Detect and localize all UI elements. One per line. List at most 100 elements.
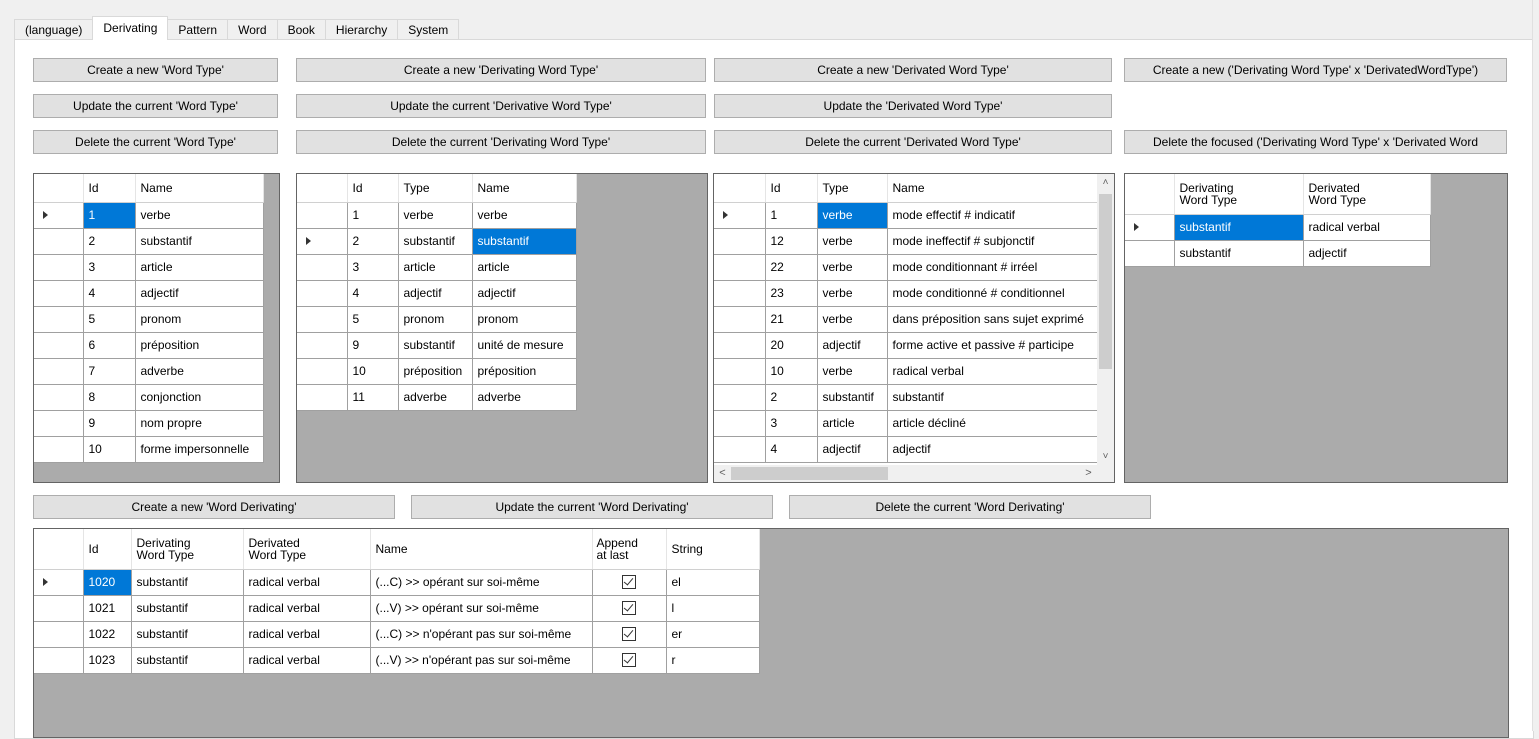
- column-header-derivating-word-type[interactable]: Derivating Word Type: [131, 529, 244, 570]
- table-cell[interactable]: substantif: [472, 228, 577, 255]
- table-cell[interactable]: 21: [765, 306, 818, 333]
- table-row[interactable]: 12 verbe mode ineffectif # subjonctif: [714, 228, 1114, 255]
- table-row[interactable]: 1 verbe verbe: [297, 202, 577, 229]
- table-cell-derivated[interactable]: radical verbal: [243, 595, 371, 622]
- row-header[interactable]: [714, 202, 766, 229]
- table-cell[interactable]: 1: [347, 202, 399, 229]
- table-row[interactable]: 3 article article décliné: [714, 410, 1114, 437]
- derivating-word-types-grid[interactable]: Id Type Name 1 verbe verbe 2 substantif subst…: [296, 173, 708, 483]
- vertical-scrollbar[interactable]: ˄ ˅: [1097, 174, 1114, 465]
- table-row[interactable]: 11 adverbe adverbe: [297, 384, 577, 411]
- table-cell[interactable]: unité de mesure: [472, 332, 577, 359]
- table-cell-derivating[interactable]: substantif: [131, 569, 244, 596]
- table-row[interactable]: 20 adjectif forme active et passive # part…: [714, 332, 1114, 359]
- table-row[interactable]: 4 adjectif: [34, 280, 264, 307]
- table-cell[interactable]: préposition: [135, 332, 264, 359]
- table-cell-string[interactable]: l: [666, 595, 760, 622]
- row-header[interactable]: [34, 254, 84, 281]
- table-cell-derivated[interactable]: radical verbal: [243, 621, 371, 648]
- table-cell-name[interactable]: (...C) >> opérant sur soi-même: [370, 569, 593, 596]
- table-cell[interactable]: forme active et passive # participe: [887, 332, 1114, 359]
- table-row[interactable]: 23 verbe mode conditionné # conditionnel: [714, 280, 1114, 307]
- table-cell-derivating[interactable]: substantif: [131, 595, 244, 622]
- column-header-id[interactable]: Id: [83, 174, 136, 203]
- table-cell[interactable]: 11: [347, 384, 399, 411]
- table-row[interactable]: 3 article: [34, 254, 264, 281]
- row-header[interactable]: [297, 228, 348, 255]
- table-cell[interactable]: verbe: [817, 202, 888, 229]
- update-derivating-word-type-button[interactable]: Update the current 'Derivative Word Type…: [296, 94, 706, 118]
- row-header[interactable]: [34, 621, 84, 648]
- table-row[interactable]: 2 substantif substantif: [714, 384, 1114, 411]
- table-cell[interactable]: mode conditionnant # irréel: [887, 254, 1114, 281]
- update-word-derivating-button[interactable]: Update the current 'Word Derivating': [411, 495, 773, 519]
- table-cell[interactable]: 10: [83, 436, 136, 463]
- table-row[interactable]: substantif radical verbal: [1125, 214, 1431, 241]
- tab-pattern[interactable]: Pattern: [167, 19, 229, 40]
- column-header-id[interactable]: Id: [765, 174, 818, 203]
- table-cell[interactable]: 9: [83, 410, 136, 437]
- scroll-down-icon[interactable]: ˅: [1097, 448, 1114, 465]
- table-cell[interactable]: verbe: [817, 306, 888, 333]
- table-row[interactable]: 1021 substantif radical verbal (...V) >> op…: [34, 595, 760, 622]
- row-header[interactable]: [34, 306, 84, 333]
- table-cell[interactable]: verbe: [135, 202, 264, 229]
- column-header-id[interactable]: Id: [83, 529, 132, 570]
- row-header[interactable]: [297, 254, 348, 281]
- tab-book[interactable]: Book: [276, 19, 326, 40]
- column-header-string[interactable]: String: [666, 529, 760, 570]
- update-word-type-button[interactable]: Update the current 'Word Type': [33, 94, 278, 118]
- column-header-name[interactable]: Name: [887, 174, 1114, 203]
- table-cell[interactable]: 7: [83, 358, 136, 385]
- table-cell[interactable]: 4: [765, 436, 818, 463]
- row-header[interactable]: [297, 358, 348, 385]
- table-row[interactable]: 4 adjectif adjectif: [297, 280, 577, 307]
- column-header-type[interactable]: Type: [398, 174, 473, 203]
- table-cell[interactable]: 20: [765, 332, 818, 359]
- scroll-up-icon[interactable]: ˄: [1097, 174, 1114, 191]
- table-cell[interactable]: 10: [347, 358, 399, 385]
- table-cell[interactable]: 3: [347, 254, 399, 281]
- table-cell[interactable]: adjectif: [817, 436, 888, 463]
- create-pair-button[interactable]: Create a new ('Derivating Word Type' x '…: [1124, 58, 1507, 82]
- table-row[interactable]: 1023 substantif radical verbal (...V) >> n'…: [34, 647, 760, 674]
- table-cell[interactable]: substantif: [398, 228, 473, 255]
- tab-language[interactable]: (language): [14, 19, 94, 40]
- word-derivatings-grid[interactable]: Id Derivating Word Type Derivated Word Typ…: [33, 528, 1509, 738]
- table-row[interactable]: 10 forme impersonnelle: [34, 436, 264, 463]
- create-derivating-word-type-button[interactable]: Create a new 'Derivating Word Type': [296, 58, 706, 82]
- table-cell-id[interactable]: 1022: [83, 621, 132, 648]
- table-cell-append-at-last[interactable]: [592, 647, 667, 674]
- table-cell[interactable]: 6: [83, 332, 136, 359]
- table-cell[interactable]: pronom: [398, 306, 473, 333]
- table-cell[interactable]: 23: [765, 280, 818, 307]
- table-cell[interactable]: 22: [765, 254, 818, 281]
- row-header[interactable]: [1125, 240, 1175, 267]
- table-cell[interactable]: substantif: [1174, 214, 1304, 241]
- table-row[interactable]: 1 verbe mode effectif # indicatif: [714, 202, 1114, 229]
- row-header[interactable]: [34, 384, 84, 411]
- table-cell[interactable]: article décliné: [887, 410, 1114, 437]
- table-cell[interactable]: 2: [83, 228, 136, 255]
- table-cell[interactable]: adjectif: [472, 280, 577, 307]
- table-row[interactable]: 10 préposition préposition: [297, 358, 577, 385]
- row-header[interactable]: [34, 202, 84, 229]
- table-row[interactable]: 9 nom propre: [34, 410, 264, 437]
- scroll-right-icon[interactable]: >: [1080, 465, 1097, 482]
- table-cell[interactable]: verbe: [817, 254, 888, 281]
- create-derivated-word-type-button[interactable]: Create a new 'Derivated Word Type': [714, 58, 1112, 82]
- table-row[interactable]: 1022 substantif radical verbal (...C) >> n'…: [34, 621, 760, 648]
- table-cell[interactable]: article: [398, 254, 473, 281]
- tab-derivating[interactable]: Derivating: [92, 16, 169, 40]
- scroll-thumb[interactable]: [1099, 194, 1112, 369]
- table-cell-append-at-last[interactable]: [592, 595, 667, 622]
- row-header[interactable]: [297, 384, 348, 411]
- table-cell[interactable]: substantif: [135, 228, 264, 255]
- row-header[interactable]: [714, 228, 766, 255]
- table-cell[interactable]: substantif: [398, 332, 473, 359]
- table-cell-id[interactable]: 1020: [83, 569, 132, 596]
- row-header[interactable]: [34, 436, 84, 463]
- table-cell[interactable]: adverbe: [135, 358, 264, 385]
- table-cell[interactable]: article: [817, 410, 888, 437]
- row-header[interactable]: [297, 202, 348, 229]
